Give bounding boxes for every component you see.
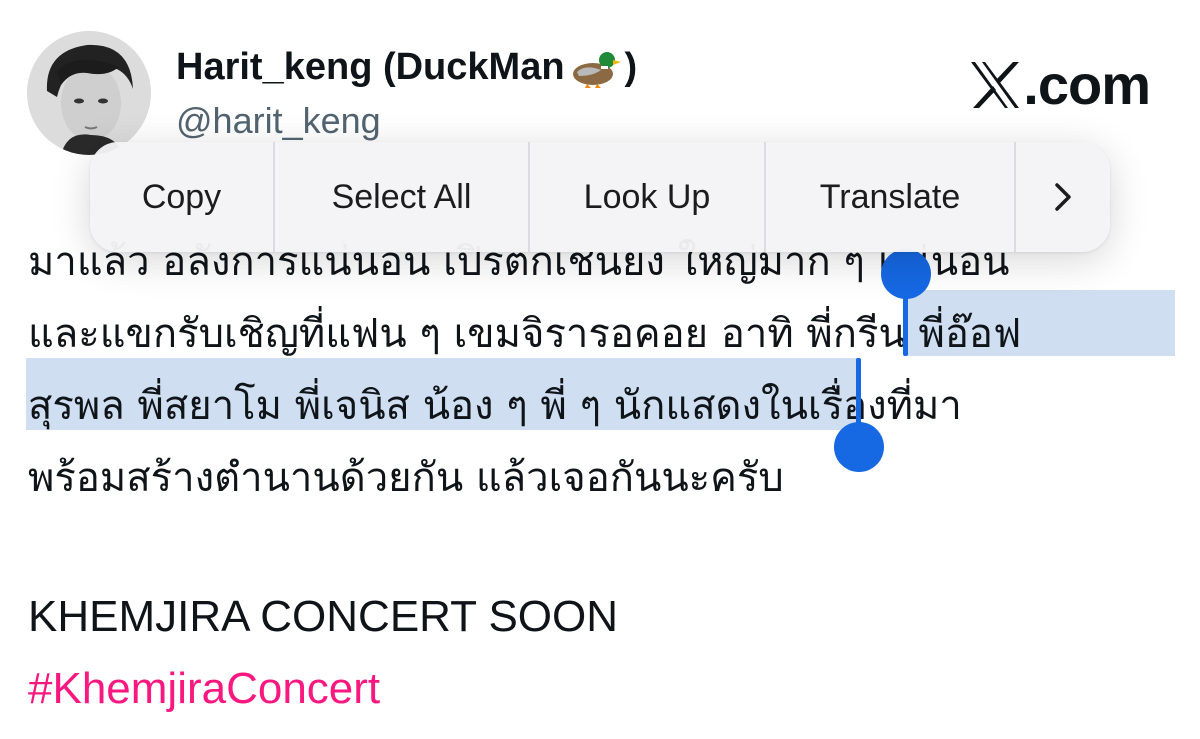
more-options-button[interactable] — [1016, 142, 1110, 252]
display-name-close: ) — [624, 46, 638, 88]
selection-start-caret — [903, 290, 908, 356]
copy-button[interactable]: Copy — [90, 142, 275, 252]
tweet-line-2-text: และแขกรับเชิญที่แฟน ๆ เขมจิรารอคอย อาทิ — [28, 311, 807, 357]
display-name[interactable]: Harit_keng (DuckMan ) — [176, 46, 637, 89]
tweet-line-2-selected: พี่กรีน พี่อ๊อฟ — [806, 311, 1022, 357]
selection-start-handle[interactable] — [881, 249, 931, 299]
text-selection-menu: Copy Select All Look Up Translate — [90, 142, 1110, 252]
brand-suffix: .com — [1023, 53, 1151, 116]
translate-button[interactable]: Translate — [766, 142, 1016, 252]
avatar[interactable] — [27, 31, 151, 155]
tweet-line-3: สุรพล พี่สยาโม พี่เจนิส น้อง ๆ พี่ ๆ นัก… — [28, 370, 1188, 442]
display-name-text: Harit_keng (DuckMan — [176, 46, 565, 88]
x-logo-icon — [971, 61, 1020, 108]
selection-end-handle[interactable] — [834, 422, 884, 472]
profile-photo — [27, 31, 151, 155]
x-com-brand: .com — [969, 52, 1151, 117]
select-all-button[interactable]: Select All — [275, 142, 530, 252]
hashtag-link[interactable]: #KhemjiraConcert — [28, 664, 380, 714]
look-up-button[interactable]: Look Up — [530, 142, 766, 252]
tweet-text[interactable]: มาแล้ว อลังการแน่นอน เปิรตกเชนยง ใหญ่มาก… — [28, 226, 1188, 514]
duck-icon — [572, 51, 621, 88]
user-handle[interactable]: @harit_keng — [176, 100, 381, 142]
tweet-line-2: และแขกรับเชิญที่แฟน ๆ เขมจิรารอคอย อาทิ … — [28, 298, 1188, 370]
concert-announcement: KHEMJIRA CONCERT SOON — [28, 592, 619, 641]
tweet-line-4: พร้อมสร้างตำนานด้วยกัน แล้วเจอกันนะครับ — [28, 455, 784, 501]
chevron-right-icon — [1055, 183, 1071, 211]
tweet-line-3-selected: สุรพล พี่สยาโม พี่เจนิส น้อง ๆ พี่ ๆ นัก… — [28, 383, 762, 429]
